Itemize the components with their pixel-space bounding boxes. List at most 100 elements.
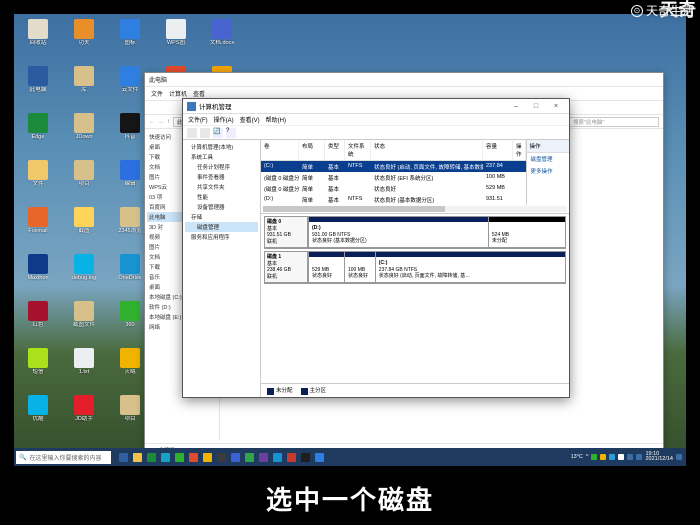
wifi-icon[interactable] <box>627 454 633 460</box>
app-icon[interactable] <box>245 453 254 462</box>
subtitle-caption: 选中一个磁盘 <box>0 480 700 517</box>
partition[interactable]: 529 MB状态良好 <box>308 252 344 282</box>
desktop-icon[interactable]: 文档.docx <box>200 17 244 61</box>
volume-row[interactable]: (D:)简单基本NTFS状态良好 (基本数据分区)931.51 <box>261 194 526 205</box>
desktop-icon[interactable]: 短信 <box>16 346 60 390</box>
desktop-icon[interactable]: 截图 <box>62 205 106 249</box>
explorer-icon[interactable] <box>133 453 142 462</box>
app-icon[interactable] <box>175 453 184 462</box>
volume-icon[interactable] <box>636 454 642 460</box>
menu-item[interactable]: 查看(V) <box>240 115 260 124</box>
column-header[interactable]: 卷 <box>261 140 299 160</box>
partition[interactable]: 100 MB状态良好 <box>344 252 375 282</box>
tree-node[interactable]: 任务计划程序 <box>185 162 258 172</box>
desktop-icon[interactable]: 回收站 <box>16 17 60 61</box>
minimize-button[interactable]: – <box>507 101 525 112</box>
maximize-button[interactable]: □ <box>527 101 545 112</box>
desktop-icon[interactable]: 文件 <box>16 158 60 202</box>
dm-titlebar[interactable]: 计算机管理 – □ × <box>183 99 569 114</box>
tray-icon[interactable] <box>600 454 606 460</box>
app-icon[interactable] <box>287 453 296 462</box>
tree-node[interactable]: 计算机管理(本地) <box>185 142 258 152</box>
desktop-icon[interactable]: 红色 <box>16 299 60 343</box>
desktop-icon[interactable]: 1.txt <box>62 346 106 390</box>
desktop-icon[interactable]: JDown <box>62 111 106 155</box>
desktop-icon[interactable]: Foxmail <box>16 205 60 249</box>
taskview-icon[interactable] <box>119 453 128 462</box>
tree-node[interactable]: 事件查看器 <box>185 172 258 182</box>
app-icon[interactable] <box>231 453 240 462</box>
desktop-icon[interactable]: JD助手 <box>62 393 106 437</box>
column-header[interactable]: 容量 <box>483 140 513 160</box>
app-icon[interactable] <box>161 453 170 462</box>
nav-up-icon[interactable]: ↑ <box>167 119 170 125</box>
explorer-tab[interactable]: 文件 <box>151 89 163 98</box>
menu-item[interactable]: 文件(F) <box>188 115 208 124</box>
app-icon[interactable] <box>301 453 310 462</box>
watermark-logo-icon: ⊙ <box>631 5 643 17</box>
desktop-icon[interactable]: debug.log <box>62 252 106 296</box>
tool-help-icon[interactable]: ? <box>226 128 236 138</box>
app-icon[interactable] <box>259 453 268 462</box>
volume-row[interactable]: (C:)简单基本NTFS状态良好 (启动, 页面文件, 故障转储, 基本数据分区… <box>261 161 526 172</box>
explorer-tab[interactable]: 查看 <box>193 89 205 98</box>
chevron-up-icon[interactable]: ^ <box>586 454 589 460</box>
explorer-titlebar[interactable]: 此电脑 <box>145 73 663 87</box>
tray-icon[interactable] <box>618 454 624 460</box>
tray-icon[interactable] <box>591 454 597 460</box>
weather-text[interactable]: 13°C <box>571 454 583 460</box>
nav-back-icon[interactable]: ← <box>149 119 155 125</box>
close-button[interactable]: × <box>547 101 565 112</box>
notif-icon[interactable] <box>676 454 682 460</box>
tree-node[interactable]: 存储 <box>185 212 258 222</box>
tool-back-icon[interactable] <box>187 128 197 138</box>
menu-item[interactable]: 操作(A) <box>214 115 234 124</box>
taskbar-search[interactable]: 🔍 在这里输入你要搜索的内容 <box>16 451 111 464</box>
clock-date[interactable]: 2021/12/14 <box>645 456 673 462</box>
app-icon[interactable] <box>203 453 212 462</box>
column-header[interactable]: 状态 <box>371 140 483 160</box>
horizontal-scrollbar[interactable] <box>263 206 567 212</box>
explorer-search[interactable]: 搜索"此电脑" <box>569 117 659 127</box>
app-icon[interactable] <box>315 453 324 462</box>
desktop-icon[interactable]: 图标 <box>108 17 152 61</box>
app-icon[interactable] <box>189 453 198 462</box>
desktop-icon[interactable]: 项目 <box>62 158 106 202</box>
app-icon[interactable] <box>217 453 226 462</box>
nav-fwd-icon[interactable]: → <box>158 119 164 125</box>
tree-node[interactable]: 设备管理器 <box>185 202 258 212</box>
tree-node[interactable]: 共享文件夹 <box>185 182 258 192</box>
tree-node[interactable]: 系统工具 <box>185 152 258 162</box>
desktop-icon[interactable]: Edge <box>16 111 60 155</box>
menu-item[interactable]: 帮助(H) <box>266 115 286 124</box>
partition[interactable]: 524 MB未分配 <box>488 217 565 247</box>
desktop-icon[interactable]: 功夫 <box>62 17 106 61</box>
tree-node[interactable]: 磁盘管理 <box>185 222 258 232</box>
column-header[interactable]: 布局 <box>299 140 325 160</box>
tree-node[interactable]: 性能 <box>185 192 258 202</box>
app-icon[interactable] <box>273 453 282 462</box>
dm-toolbar: 🔄 ? <box>183 126 569 140</box>
desktop-icon[interactable]: 此电脑 <box>16 64 60 108</box>
column-header[interactable]: 文件系统 <box>345 140 371 160</box>
desktop-icon[interactable]: WPS图 <box>154 17 198 61</box>
action-item[interactable]: 更多操作 <box>527 165 569 177</box>
tool-refresh-icon[interactable]: 🔄 <box>213 128 223 138</box>
column-header[interactable]: 操作 <box>513 140 526 160</box>
desktop-icon[interactable]: 截图文件 <box>62 299 106 343</box>
volume-row[interactable]: (磁盘 0 磁盘分区 1)简单基本状态良好 (EFI 系统分区)100 MB <box>261 172 526 183</box>
explorer-tab[interactable]: 计算机 <box>169 89 187 98</box>
desktop-icon[interactable]: 库 <box>62 64 106 108</box>
tray-icon[interactable] <box>609 454 615 460</box>
partition[interactable]: (D:)931.00 GB NTFS状态良好 (基本数据分区) <box>308 217 488 247</box>
desktop-icon[interactable]: 优酷 <box>16 393 60 437</box>
action-item[interactable]: 磁盘管理 <box>527 153 569 165</box>
tool-fwd-icon[interactable] <box>200 128 210 138</box>
volume-row[interactable]: (磁盘 0 磁盘分区 4)简单基本状态良好529 MB <box>261 183 526 194</box>
legend-item: 未分配 <box>267 386 293 394</box>
edge-icon[interactable] <box>147 453 156 462</box>
column-header[interactable]: 类型 <box>325 140 345 160</box>
partition[interactable]: (C:)237.84 GB NTFS状态良好 (启动, 页面文件, 故障转储, … <box>375 252 565 282</box>
tree-node[interactable]: 服务和应用程序 <box>185 232 258 242</box>
desktop-icon[interactable]: Maxthon <box>16 252 60 296</box>
